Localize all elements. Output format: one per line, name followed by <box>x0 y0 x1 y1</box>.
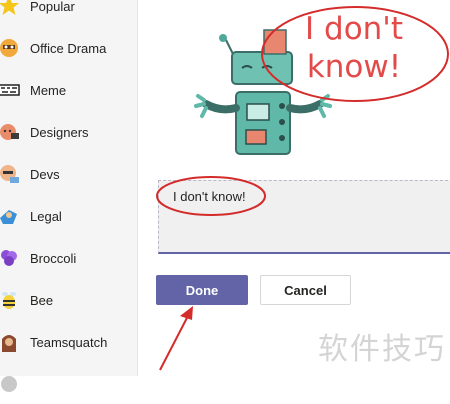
annotation-arrow <box>159 311 191 371</box>
annotation-ellipse <box>156 176 266 216</box>
annotation-overlay <box>156 176 266 371</box>
watermark: 软件技巧 <box>318 333 446 366</box>
annotation-arrowhead <box>180 306 193 320</box>
